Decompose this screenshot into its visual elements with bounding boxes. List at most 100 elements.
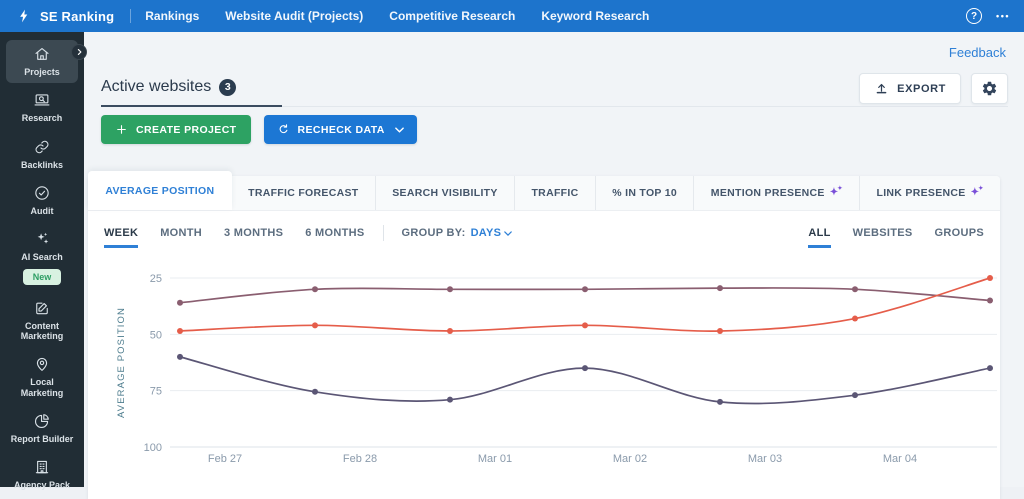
x-tick-label: Mar 01 bbox=[478, 453, 512, 465]
sidebar-item-agency-pack[interactable]: Agency Pack bbox=[6, 453, 78, 496]
range-6-months[interactable]: 6 MONTHS bbox=[305, 218, 364, 248]
y-tick-label: 100 bbox=[144, 442, 162, 454]
chevron-down-icon bbox=[394, 126, 404, 133]
series-point-website-3[interactable] bbox=[582, 365, 588, 372]
link-icon bbox=[33, 138, 51, 156]
tab-average-position[interactable]: AVERAGE POSITION bbox=[88, 171, 232, 210]
series-point-website-2[interactable] bbox=[177, 327, 183, 334]
sidebar-item-label: Local Marketing bbox=[20, 377, 64, 398]
tab-label: LINK PRESENCE bbox=[876, 187, 966, 199]
sparkle-icon: ✦ ✦ bbox=[829, 186, 843, 198]
tab-traffic[interactable]: TRAFFIC bbox=[515, 176, 596, 210]
bolt-logo-icon bbox=[16, 7, 32, 25]
active-websites-tab[interactable]: Active websites 3 bbox=[101, 78, 283, 107]
sidebar-item-ai-search[interactable]: AI Search New bbox=[6, 225, 78, 290]
tab-link-presence[interactable]: LINK PRESENCE ✦ ✦ bbox=[860, 176, 1000, 210]
chevron-right-icon bbox=[77, 48, 81, 56]
research-icon bbox=[33, 91, 51, 109]
tab-mention-presence[interactable]: MENTION PRESENCE ✦ ✦ bbox=[694, 176, 861, 210]
tab-label: TRAFFIC bbox=[531, 187, 579, 199]
check-circle-icon bbox=[33, 184, 51, 202]
sidebar-item-label: Audit bbox=[30, 206, 54, 217]
metrics-card: AVERAGE POSITION TRAFFIC FORECAST SEARCH V… bbox=[88, 171, 1000, 499]
navbar-menu: Rankings Website Audit (Projects) Competit… bbox=[145, 9, 649, 23]
group-by-select[interactable]: DAYS bbox=[471, 227, 513, 239]
series-point-website-1[interactable] bbox=[177, 299, 183, 306]
brand-name: SE Ranking bbox=[40, 8, 115, 24]
sidebar-expand-button[interactable] bbox=[71, 44, 87, 60]
series-point-website-1[interactable] bbox=[312, 286, 318, 293]
building-icon bbox=[33, 458, 51, 476]
nav-item-competitive-research[interactable]: Competitive Research bbox=[389, 9, 515, 23]
websites-count-badge: 3 bbox=[219, 78, 237, 96]
nav-item-keyword-research[interactable]: Keyword Research bbox=[541, 9, 649, 23]
tab-label: MENTION PRESENCE bbox=[710, 187, 825, 199]
feedback-link[interactable]: Feedback bbox=[949, 45, 1006, 60]
sidebar-item-label: AI Search bbox=[21, 252, 63, 263]
series-point-website-2[interactable] bbox=[312, 322, 318, 329]
create-project-button[interactable]: CREATE PROJECT bbox=[101, 115, 251, 144]
date-range-filters: WEEK MONTH 3 MONTHS 6 MONTHS bbox=[104, 218, 365, 248]
series-point-website-3[interactable] bbox=[717, 398, 723, 405]
new-badge: New bbox=[22, 268, 62, 285]
sidebar-item-content-marketing[interactable]: Content Marketing bbox=[6, 294, 78, 348]
page-title: Active websites bbox=[101, 78, 212, 95]
series-point-website-2[interactable] bbox=[717, 327, 723, 334]
series-point-website-1[interactable] bbox=[582, 286, 588, 293]
gear-icon bbox=[982, 81, 997, 96]
tab-label: AVERAGE POSITION bbox=[105, 184, 215, 197]
nav-item-rankings[interactable]: Rankings bbox=[145, 9, 199, 23]
series-point-website-1[interactable] bbox=[447, 286, 453, 293]
scope-groups[interactable]: GROUPS bbox=[935, 218, 984, 248]
nav-item-website-audit-projects[interactable]: Website Audit (Projects) bbox=[225, 9, 363, 23]
create-project-label: CREATE PROJECT bbox=[136, 123, 237, 136]
series-point-website-1[interactable] bbox=[852, 286, 858, 293]
sidebar-item-backlinks[interactable]: Backlinks bbox=[6, 133, 78, 176]
series-point-website-1[interactable] bbox=[987, 297, 993, 304]
tab-label: SEARCH VISIBILITY bbox=[392, 187, 498, 199]
recheck-data-button[interactable]: RECHECK DATA bbox=[263, 115, 417, 144]
help-icon[interactable]: ? bbox=[966, 8, 983, 24]
sidebar-item-research[interactable]: Research bbox=[6, 86, 78, 129]
x-tick-label: Feb 28 bbox=[343, 453, 377, 465]
series-point-website-3[interactable] bbox=[177, 353, 183, 360]
sidebar-item-label: Agency Pack bbox=[13, 480, 71, 491]
upload-icon bbox=[876, 83, 887, 94]
series-point-website-3[interactable] bbox=[312, 388, 318, 395]
more-menu-icon[interactable]: ••• bbox=[996, 11, 1010, 21]
range-week[interactable]: WEEK bbox=[104, 218, 139, 248]
navbar-right: ? ••• bbox=[966, 8, 1010, 24]
range-month[interactable]: MONTH bbox=[160, 218, 202, 248]
brand[interactable]: SE Ranking bbox=[16, 7, 114, 25]
export-button[interactable]: EXPORT bbox=[859, 73, 961, 104]
tab-search-visibility[interactable]: SEARCH VISIBILITY bbox=[376, 176, 516, 210]
refresh-icon bbox=[279, 124, 287, 134]
sidebar-item-report-builder[interactable]: Report Builder bbox=[6, 407, 78, 450]
scope-all[interactable]: ALL bbox=[808, 218, 831, 248]
series-point-website-3[interactable] bbox=[987, 365, 993, 372]
sidebar-item-local-marketing[interactable]: Local Marketing bbox=[6, 350, 78, 404]
group-by-value: DAYS bbox=[470, 227, 502, 239]
series-point-website-2[interactable] bbox=[987, 275, 993, 281]
range-3-months[interactable]: 3 MONTHS bbox=[224, 218, 283, 248]
nav-divider bbox=[130, 9, 132, 23]
series-point-website-3[interactable] bbox=[447, 396, 453, 403]
series-point-website-3[interactable] bbox=[852, 392, 858, 399]
series-point-website-2[interactable] bbox=[852, 315, 858, 322]
sidebar-item-audit[interactable]: Audit bbox=[6, 179, 78, 222]
series-point-website-2[interactable] bbox=[582, 322, 588, 329]
pie-icon bbox=[33, 412, 51, 430]
series-point-website-2[interactable] bbox=[447, 327, 453, 334]
series-point-website-1[interactable] bbox=[717, 285, 723, 292]
sidebar-item-projects[interactable]: Projects bbox=[6, 40, 78, 84]
settings-button[interactable] bbox=[971, 73, 1008, 104]
tab-traffic-forecast[interactable]: TRAFFIC FORECAST bbox=[232, 176, 376, 210]
scope-websites[interactable]: WEBSITES bbox=[853, 218, 913, 248]
tab-label: TRAFFIC FORECAST bbox=[248, 187, 359, 199]
tab-in-top-10[interactable]: % IN TOP 10 bbox=[596, 176, 695, 210]
average-position-chart: 25 50 75 100 Feb 27 Feb 28 Mar 01 Mar 02 Mar 03 M… bbox=[88, 255, 1000, 499]
sidebar-item-label: Report Builder bbox=[10, 434, 74, 445]
sidebar-item-label: Content Marketing bbox=[20, 320, 64, 342]
y-axis-title: AVERAGE POSITION bbox=[116, 307, 127, 418]
export-label: EXPORT bbox=[897, 82, 946, 95]
